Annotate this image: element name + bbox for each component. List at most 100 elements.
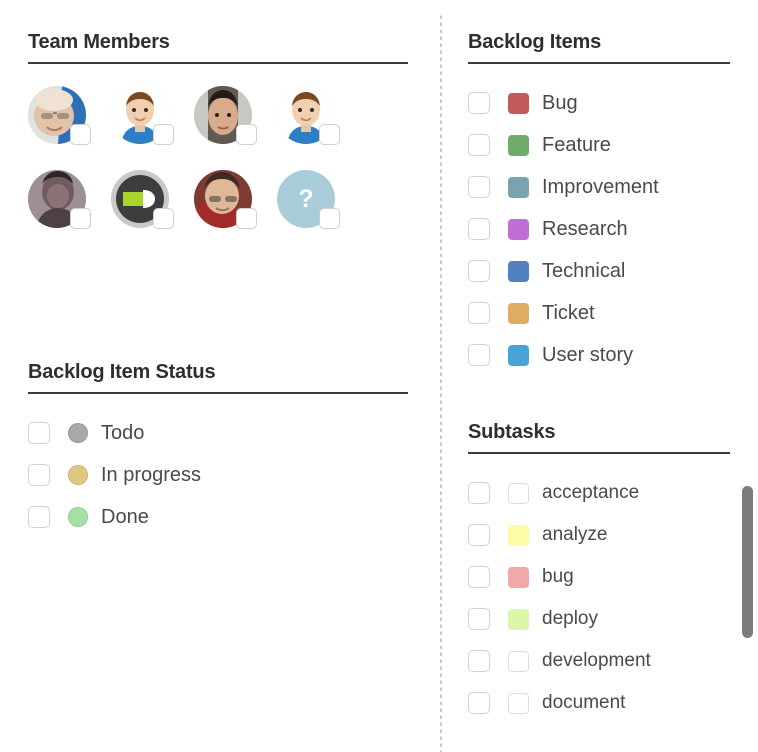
subtasks-scrollbar[interactable]	[742, 486, 753, 714]
subtask-row-development[interactable]: development	[468, 640, 758, 682]
backlog-item-row-user-story[interactable]: User story	[468, 334, 730, 376]
status-row-in-progress[interactable]: In progress	[28, 454, 408, 496]
filter-panel-page: Team Members ? Backlog Item Status Todo …	[0, 0, 758, 752]
team-member-item[interactable]	[111, 86, 180, 158]
backlog-item-row-research[interactable]: Research	[468, 208, 730, 250]
backlog-item-checkbox-technical[interactable]	[468, 260, 490, 282]
subtasks-panel: Subtasks acceptance analyze bug deploy d…	[468, 420, 758, 724]
backlog-items-title-rule	[468, 62, 730, 64]
team-members-title: Team Members	[28, 31, 170, 53]
team-members-title-rule	[28, 62, 408, 64]
backlog-item-row-bug[interactable]: Bug	[468, 82, 730, 124]
backlog-item-label-technical: Technical	[542, 260, 626, 282]
subtask-checkbox-document[interactable]	[468, 692, 490, 714]
backlog-item-status-title: Backlog Item Status	[28, 361, 216, 383]
status-label-in-progress: In progress	[101, 464, 202, 486]
backlog-item-checkbox-research[interactable]	[468, 218, 490, 240]
status-row-todo[interactable]: Todo	[28, 412, 408, 454]
status-checkbox-todo[interactable]	[28, 422, 50, 444]
backlog-item-checkbox-ticket[interactable]	[468, 302, 490, 324]
status-row-done[interactable]: Done	[28, 496, 408, 538]
subtasks-scroll-area: acceptance analyze bug deploy developmen…	[468, 472, 758, 724]
backlog-item-label-ticket: Ticket	[542, 302, 595, 324]
subtask-row-analyze[interactable]: analyze	[468, 514, 758, 556]
subtask-checkbox-development[interactable]	[468, 650, 490, 672]
subtask-row-acceptance[interactable]: acceptance	[468, 472, 758, 514]
backlog-item-status-title-rule	[28, 392, 408, 394]
backlog-item-row-feature[interactable]: Feature	[468, 124, 730, 166]
subtask-color-development	[508, 650, 529, 672]
left-column: Team Members ? Backlog Item Status Todo …	[0, 0, 440, 752]
backlog-item-row-ticket[interactable]: Ticket	[468, 292, 730, 334]
backlog-item-label-research: Research	[542, 218, 628, 240]
team-member-item[interactable]	[28, 86, 97, 158]
backlog-item-color-technical	[508, 260, 529, 282]
avatar-checkbox[interactable]	[319, 208, 340, 229]
backlog-items-title: Backlog Items	[468, 31, 602, 53]
backlog-items-panel: Backlog Items Bug Feature Improvement Re…	[468, 30, 730, 376]
subtask-row-bug[interactable]: bug	[468, 556, 758, 598]
unknown-user-glyph: ?	[298, 184, 314, 213]
status-label-done: Done	[101, 506, 149, 528]
backlog-item-label-improvement: Improvement	[542, 176, 659, 198]
status-checkbox-done[interactable]	[28, 506, 50, 528]
avatar-checkbox[interactable]	[70, 208, 91, 229]
subtasks-title: Subtasks	[468, 421, 556, 443]
subtask-checkbox-bug[interactable]	[468, 566, 490, 588]
team-member-item-unknown[interactable]: ?	[277, 170, 346, 242]
backlog-item-row-technical[interactable]: Technical	[468, 250, 730, 292]
subtasks-scrollbar-thumb[interactable]	[742, 486, 753, 638]
backlog-item-color-improvement	[508, 176, 529, 198]
subtask-checkbox-analyze[interactable]	[468, 524, 490, 546]
subtasks-list: acceptance analyze bug deploy developmen…	[468, 472, 758, 724]
subtask-checkbox-acceptance[interactable]	[468, 482, 490, 504]
backlog-item-status-panel: Backlog Item Status Todo In progress Don…	[28, 360, 408, 538]
backlog-item-row-improvement[interactable]: Improvement	[468, 166, 730, 208]
team-member-item[interactable]	[277, 86, 346, 158]
right-column: Backlog Items Bug Feature Improvement Re…	[440, 0, 758, 752]
team-member-item[interactable]	[28, 170, 97, 242]
subtask-label-analyze: analyze	[542, 524, 608, 545]
backlog-item-checkbox-bug[interactable]	[468, 92, 490, 114]
subtask-label-development: development	[542, 650, 651, 671]
backlog-item-label-user-story: User story	[542, 344, 634, 366]
backlog-item-checkbox-user-story[interactable]	[468, 344, 490, 366]
status-color-circle-in-progress	[68, 465, 88, 485]
subtask-label-acceptance: acceptance	[542, 482, 640, 503]
team-members-panel: Team Members ?	[28, 30, 408, 254]
subtask-label-bug: bug	[542, 566, 574, 587]
backlog-item-color-user-story	[508, 344, 529, 366]
subtask-label-document: document	[542, 692, 626, 713]
status-checkbox-in-progress[interactable]	[28, 464, 50, 486]
avatar-checkbox[interactable]	[236, 208, 257, 229]
backlog-items-list: Bug Feature Improvement Research Technic…	[468, 82, 730, 376]
backlog-item-color-feature	[508, 134, 529, 156]
subtasks-title-rule	[468, 452, 730, 454]
subtask-label-deploy: deploy	[542, 608, 598, 629]
subtask-row-deploy[interactable]: deploy	[468, 598, 758, 640]
backlog-item-color-ticket	[508, 302, 529, 324]
subtask-color-acceptance	[508, 482, 529, 504]
backlog-item-status-list: Todo In progress Done	[28, 412, 408, 538]
avatar-checkbox[interactable]	[70, 124, 91, 145]
subtask-color-document	[508, 692, 529, 714]
backlog-item-label-bug: Bug	[542, 92, 578, 114]
avatar-checkbox[interactable]	[153, 124, 174, 145]
backlog-item-checkbox-improvement[interactable]	[468, 176, 490, 198]
backlog-item-color-bug	[508, 92, 529, 114]
avatar-checkbox[interactable]	[153, 208, 174, 229]
subtask-color-analyze	[508, 524, 529, 546]
avatar-checkbox[interactable]	[236, 124, 257, 145]
backlog-item-checkbox-feature[interactable]	[468, 134, 490, 156]
subtask-checkbox-deploy[interactable]	[468, 608, 490, 630]
subtask-row-document[interactable]: document	[468, 682, 758, 724]
team-member-item[interactable]	[111, 170, 180, 242]
backlog-item-color-research	[508, 218, 529, 240]
avatar-checkbox[interactable]	[319, 124, 340, 145]
status-label-todo: Todo	[101, 422, 145, 444]
team-member-item[interactable]	[194, 86, 263, 158]
subtask-color-deploy	[508, 608, 529, 630]
backlog-item-label-feature: Feature	[542, 134, 611, 156]
team-member-item[interactable]	[194, 170, 263, 242]
status-color-circle-todo	[68, 423, 88, 443]
